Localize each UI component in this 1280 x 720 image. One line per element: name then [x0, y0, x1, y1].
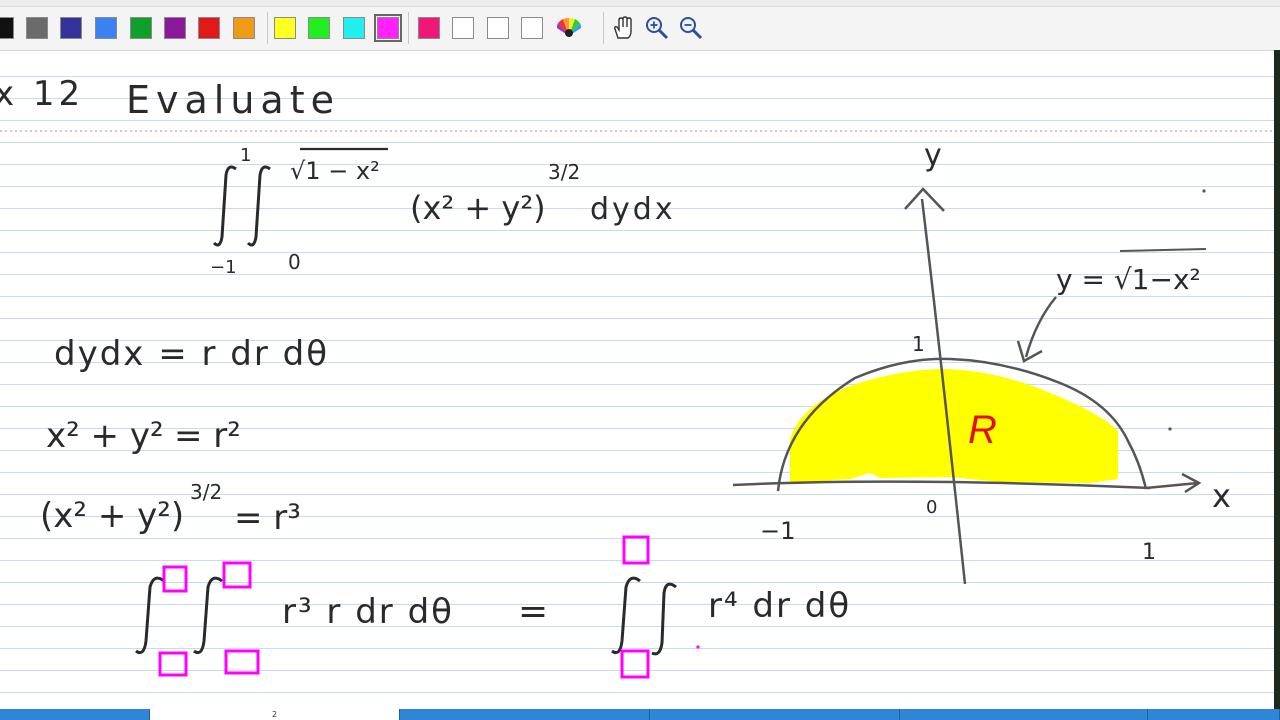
color-swatch-magenta[interactable]: [374, 14, 402, 42]
line-r2: = r²: [174, 416, 241, 456]
line-r3: = r³: [234, 498, 301, 538]
outer-upper-limit: 1: [240, 145, 251, 166]
toolbar-separator: [408, 12, 409, 44]
color-swatch-gray[interactable]: [26, 17, 48, 39]
x-axis-label: x: [1212, 477, 1231, 515]
outer-lower-limit: −1: [210, 257, 237, 278]
menu-strip: [0, 0, 1280, 7]
tick-label-right: 1: [1142, 540, 1156, 565]
heading-evaluate: Evaluate: [126, 78, 340, 122]
color-swatch-cyan[interactable]: [343, 17, 365, 39]
color-wheel-icon[interactable]: [555, 14, 583, 42]
tick-label-left: −1: [760, 517, 795, 545]
color-swatch-blue[interactable]: [95, 17, 117, 39]
color-swatch-green[interactable]: [130, 17, 152, 39]
differentials: dydx: [590, 192, 676, 227]
inner-upper-limit: √1 − x²: [290, 157, 380, 185]
zoom-in-icon[interactable]: [643, 14, 671, 42]
tick-label-top: 1: [912, 332, 925, 356]
polar-integral-left: r³ r dr dθ: [135, 561, 454, 677]
polar-integral-right: r⁴ dr dθ: [611, 535, 851, 679]
zoom-out-icon[interactable]: [677, 14, 705, 42]
page-tab[interactable]: [1148, 709, 1280, 720]
color-swatch-navy[interactable]: [60, 17, 82, 39]
polar-integrand-left: r³ r dr dθ: [282, 592, 454, 632]
notebook-page[interactable]: x 12 Evaluate 1 −1 0 √1 − x² (x² + y²) 3…: [0, 51, 1274, 709]
window-edge: [1274, 50, 1280, 710]
line-dydx: dydx = r dr dθ: [54, 334, 329, 374]
inner-lower-limit: 0: [288, 250, 301, 274]
line-x2y2-power: (x² + y²): [40, 496, 184, 536]
color-swatch-red[interactable]: [198, 17, 220, 39]
limit-placeholder-box[interactable]: [622, 535, 650, 565]
page-tab[interactable]: [0, 709, 150, 720]
toolbar: [0, 0, 1280, 51]
color-swatch-white-2[interactable]: [487, 17, 509, 39]
page-tab-active[interactable]: 2: [150, 709, 400, 720]
color-swatch-black[interactable]: [0, 17, 14, 39]
limit-placeholder-box[interactable]: [224, 649, 260, 675]
page-tab[interactable]: [650, 709, 900, 720]
limit-placeholder-box[interactable]: [222, 561, 252, 589]
limit-placeholder-box[interactable]: [162, 565, 188, 593]
line-x2y2: x² + y²: [46, 416, 164, 456]
polar-equals: =: [518, 591, 548, 632]
toolbar-separator: [603, 12, 604, 44]
curve-equation-label: y = √1−x²: [1056, 263, 1201, 296]
color-swatch-pink[interactable]: [418, 17, 440, 39]
tick-label-origin: 0: [926, 497, 937, 518]
example-number: x 12: [0, 74, 84, 114]
limit-placeholder-box[interactable]: [620, 649, 650, 679]
given-integral: 1 −1 0 √1 − x² (x² + y²) 3/2 dydx: [210, 145, 676, 278]
page-tab[interactable]: [400, 709, 650, 720]
page-tab[interactable]: [900, 709, 1148, 720]
page-tab-bar: 2: [0, 709, 1280, 720]
toolbar-separator: [267, 12, 268, 44]
color-swatch-lime[interactable]: [308, 17, 330, 39]
limit-placeholder-box[interactable]: [158, 651, 188, 677]
ink-layer: x 12 Evaluate 1 −1 0 √1 − x² (x² + y²) 3…: [0, 74, 1274, 679]
color-swatch-yellow[interactable]: [274, 17, 296, 39]
region-graph: y x y = √1−x² R 1 0 −1 1: [732, 138, 1231, 585]
region-label: R: [968, 408, 997, 452]
hand-icon[interactable]: [609, 14, 637, 42]
line-power-exp: 3/2: [190, 480, 222, 504]
y-axis-label: y: [924, 138, 942, 173]
integrand: (x² + y²): [410, 189, 546, 227]
integrand-exponent: 3/2: [548, 160, 580, 184]
color-swatch-white-3[interactable]: [521, 17, 543, 39]
color-swatch-white-1[interactable]: [452, 17, 474, 39]
polar-integrand-right: r⁴ dr dθ: [708, 586, 851, 626]
color-swatch-purple[interactable]: [164, 17, 186, 39]
color-swatch-orange[interactable]: [233, 17, 255, 39]
